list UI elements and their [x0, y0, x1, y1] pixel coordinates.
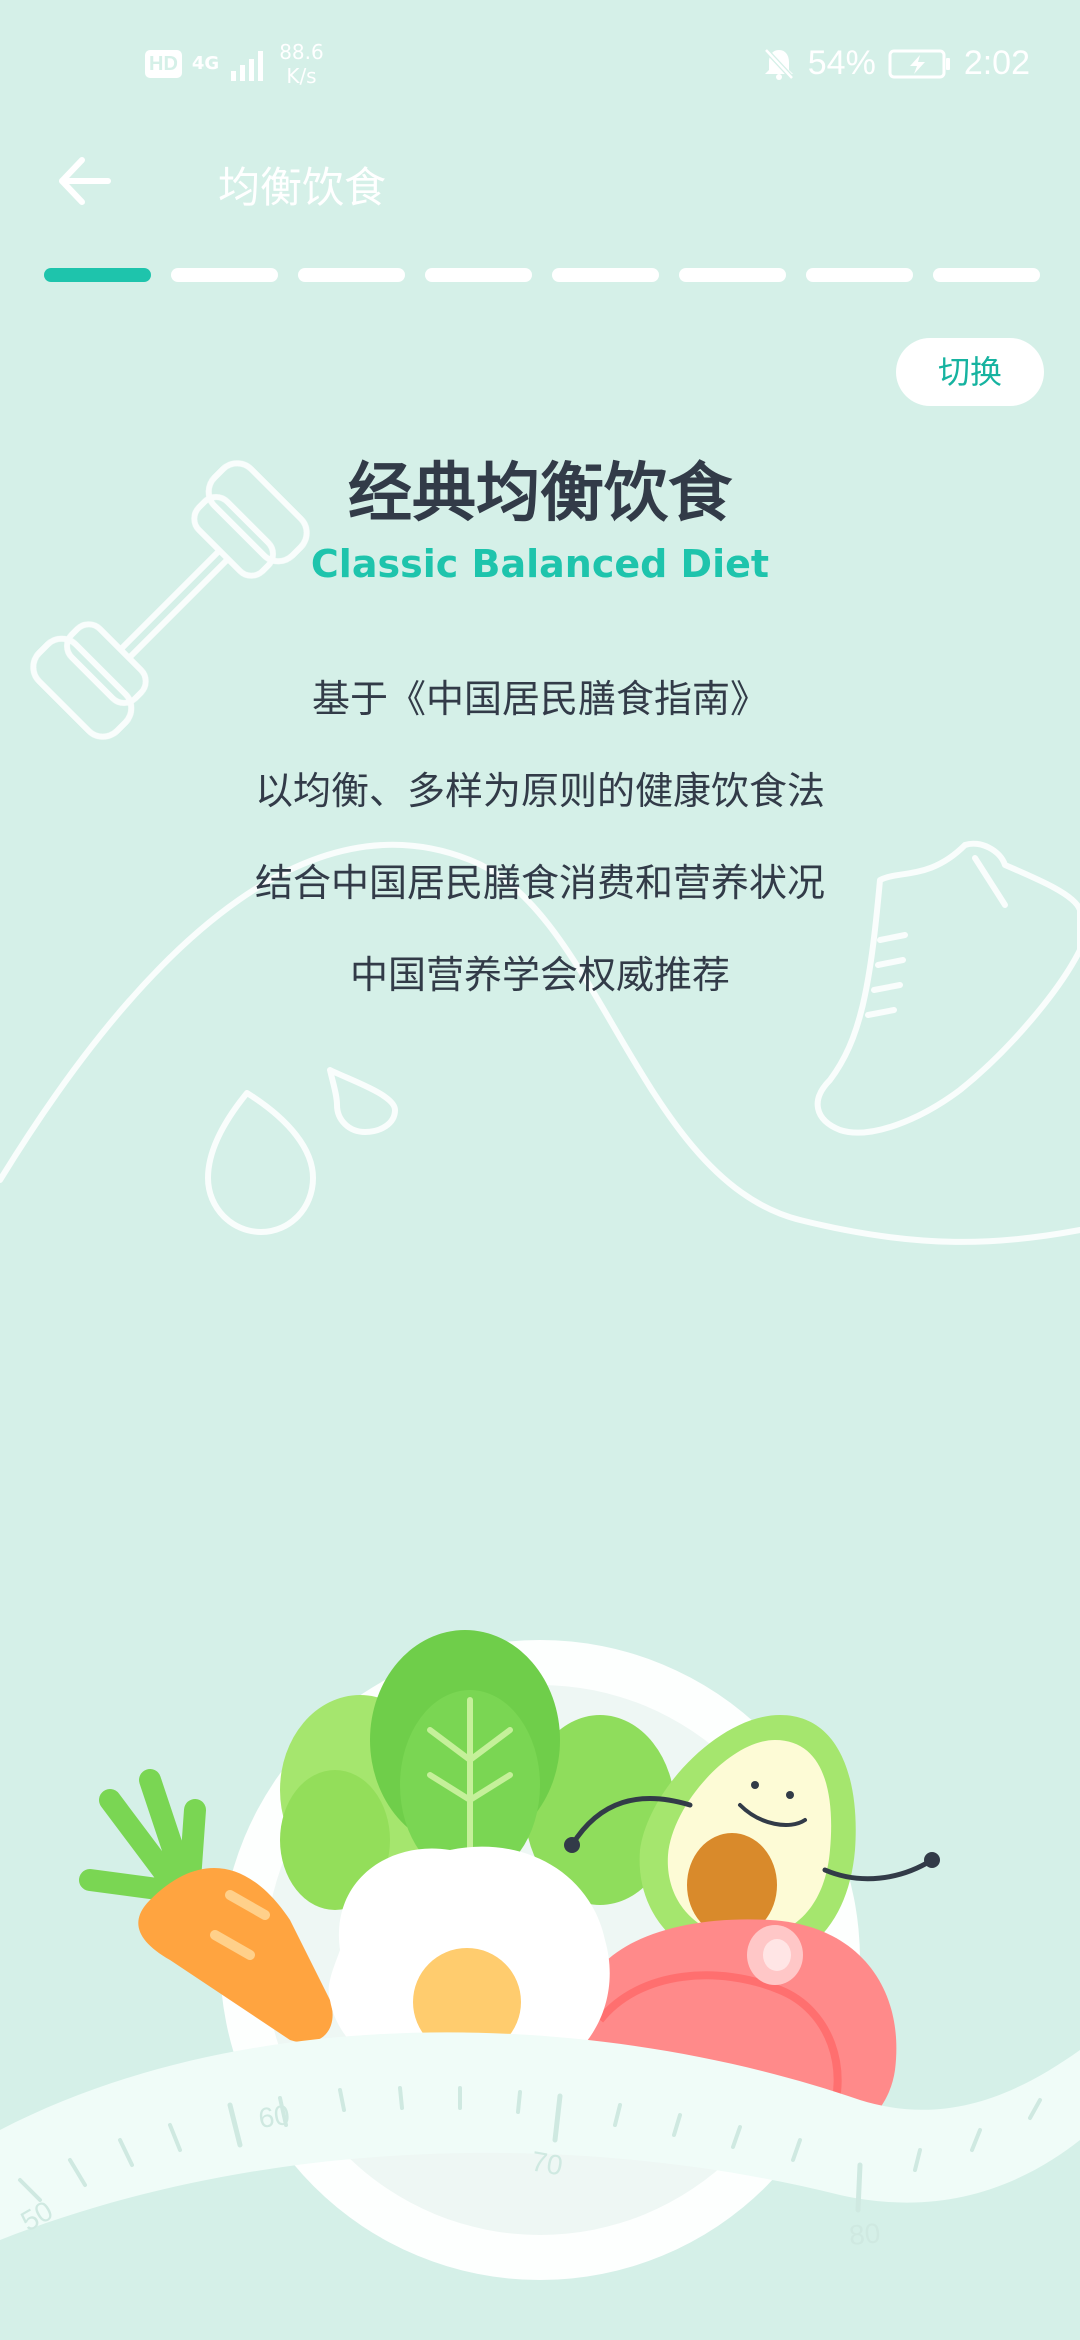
diet-title: 经典均衡饮食	[348, 457, 732, 531]
switch-button[interactable]: 切换	[896, 338, 1044, 406]
background-decoration	[0, 460, 1080, 1245]
tape-label: 70	[529, 2145, 565, 2181]
description-line: 结合中国居民膳食消费和营养状况	[254, 861, 825, 905]
food-illustration: 50 60 70 80	[0, 1630, 1080, 2280]
water-drop-small-icon	[327, 1067, 398, 1135]
description-line: 基于《中国居民膳食指南》	[311, 677, 768, 721]
diet-subtitle: Classic Balanced Diet	[310, 542, 770, 586]
description-line: 以均衡、多样为原则的健康饮食法	[254, 769, 825, 813]
water-drop-icon	[205, 1090, 316, 1235]
tape-label: 80	[848, 2217, 882, 2251]
description-line: 中国营养学会权威推荐	[349, 953, 730, 997]
tape-label: 60	[257, 2099, 292, 2134]
